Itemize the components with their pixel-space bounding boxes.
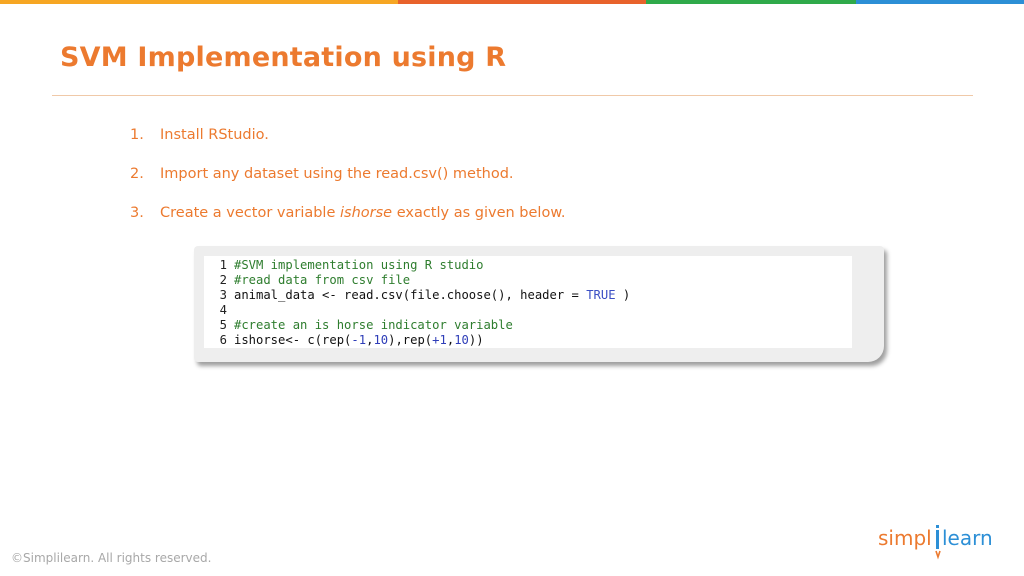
code-line: 3 animal_data <- read.csv(file.choose(),… bbox=[204, 288, 852, 303]
line-number: 3 bbox=[219, 288, 227, 302]
code-line: 5 #create an is horse indicator variable bbox=[204, 318, 852, 333]
list-item: 3. Create a vector variable ishorse exac… bbox=[130, 205, 565, 244]
steps-list: 1. Install RStudio. 2. Import any datase… bbox=[130, 127, 565, 244]
line-number: 2 bbox=[219, 273, 227, 287]
step-text-part: exactly as given below. bbox=[392, 205, 566, 221]
code-text: ishorse<- c(rep(-1,10),rep(+1,10)) bbox=[234, 333, 484, 348]
line-number: 6 bbox=[219, 333, 227, 347]
code-text: #create an is horse indicator variable bbox=[234, 318, 513, 333]
code-editor: 1 #SVM implementation using R studio 2 #… bbox=[204, 256, 852, 348]
list-item: 2. Import any dataset using the read.csv… bbox=[130, 166, 565, 205]
code-number: -1 bbox=[351, 333, 367, 347]
step-text: Import any dataset using the read.csv() … bbox=[160, 166, 514, 182]
top-bar-segment bbox=[150, 0, 398, 4]
top-color-bar bbox=[0, 0, 1024, 4]
slide-title: SVM Implementation using R bbox=[60, 42, 507, 73]
variable-name-ishorse: ishorse bbox=[340, 205, 393, 221]
code-comment: #create an is horse indicator variable bbox=[234, 318, 513, 332]
code-token: )) bbox=[468, 333, 484, 347]
code-text: #read data from csv file bbox=[234, 273, 410, 288]
code-token: ),rep( bbox=[388, 333, 433, 347]
code-comment: #read data from csv file bbox=[234, 273, 411, 287]
code-token: animal_data <- read.csv(file.choose(), h… bbox=[234, 288, 587, 302]
code-line: 2 #read data from csv file bbox=[204, 273, 852, 288]
top-bar-segment bbox=[646, 0, 856, 4]
top-bar-segment bbox=[398, 0, 646, 4]
code-number: 10 bbox=[454, 333, 469, 347]
copyright-notice: ©Simplilearn. All rights reserved. bbox=[11, 551, 212, 565]
code-comment: #SVM implementation using R studio bbox=[234, 258, 484, 272]
step-text-part: Create a vector variable bbox=[160, 205, 340, 221]
title-divider bbox=[52, 95, 973, 96]
code-number: +1 bbox=[432, 333, 447, 347]
code-line: 6 ishorse<- c(rep(-1,10),rep(+1,10)) bbox=[204, 333, 852, 348]
step-number: 1. bbox=[130, 127, 144, 143]
code-screenshot: 1 #SVM implementation using R studio 2 #… bbox=[194, 246, 884, 362]
list-item: 1. Install RStudio. bbox=[130, 127, 565, 166]
code-token: ishorse<- c(rep( bbox=[234, 333, 352, 347]
svg-text:learn: learn bbox=[942, 526, 993, 550]
code-text: animal_data <- read.csv(file.choose(), h… bbox=[234, 288, 630, 303]
code-line: 1 #SVM implementation using R studio bbox=[204, 258, 852, 273]
code-token: ) bbox=[615, 288, 631, 302]
line-number: 1 bbox=[219, 258, 227, 272]
top-bar-segment bbox=[856, 0, 1024, 4]
step-text: Install RStudio. bbox=[160, 127, 269, 143]
code-number: 10 bbox=[373, 333, 389, 347]
code-text: #SVM implementation using R studio bbox=[234, 258, 483, 273]
step-text: Create a vector variable ishorse exactly… bbox=[160, 205, 565, 221]
simplilearn-logo: simpl learn bbox=[878, 525, 993, 560]
line-number: 4 bbox=[219, 303, 227, 317]
step-number: 3. bbox=[130, 205, 144, 221]
top-bar-segment bbox=[0, 0, 150, 4]
code-keyword: TRUE bbox=[586, 288, 616, 302]
code-line: 4 bbox=[204, 303, 852, 318]
svg-text:simpl: simpl bbox=[878, 526, 932, 550]
line-number: 5 bbox=[219, 318, 227, 332]
step-number: 2. bbox=[130, 166, 144, 182]
